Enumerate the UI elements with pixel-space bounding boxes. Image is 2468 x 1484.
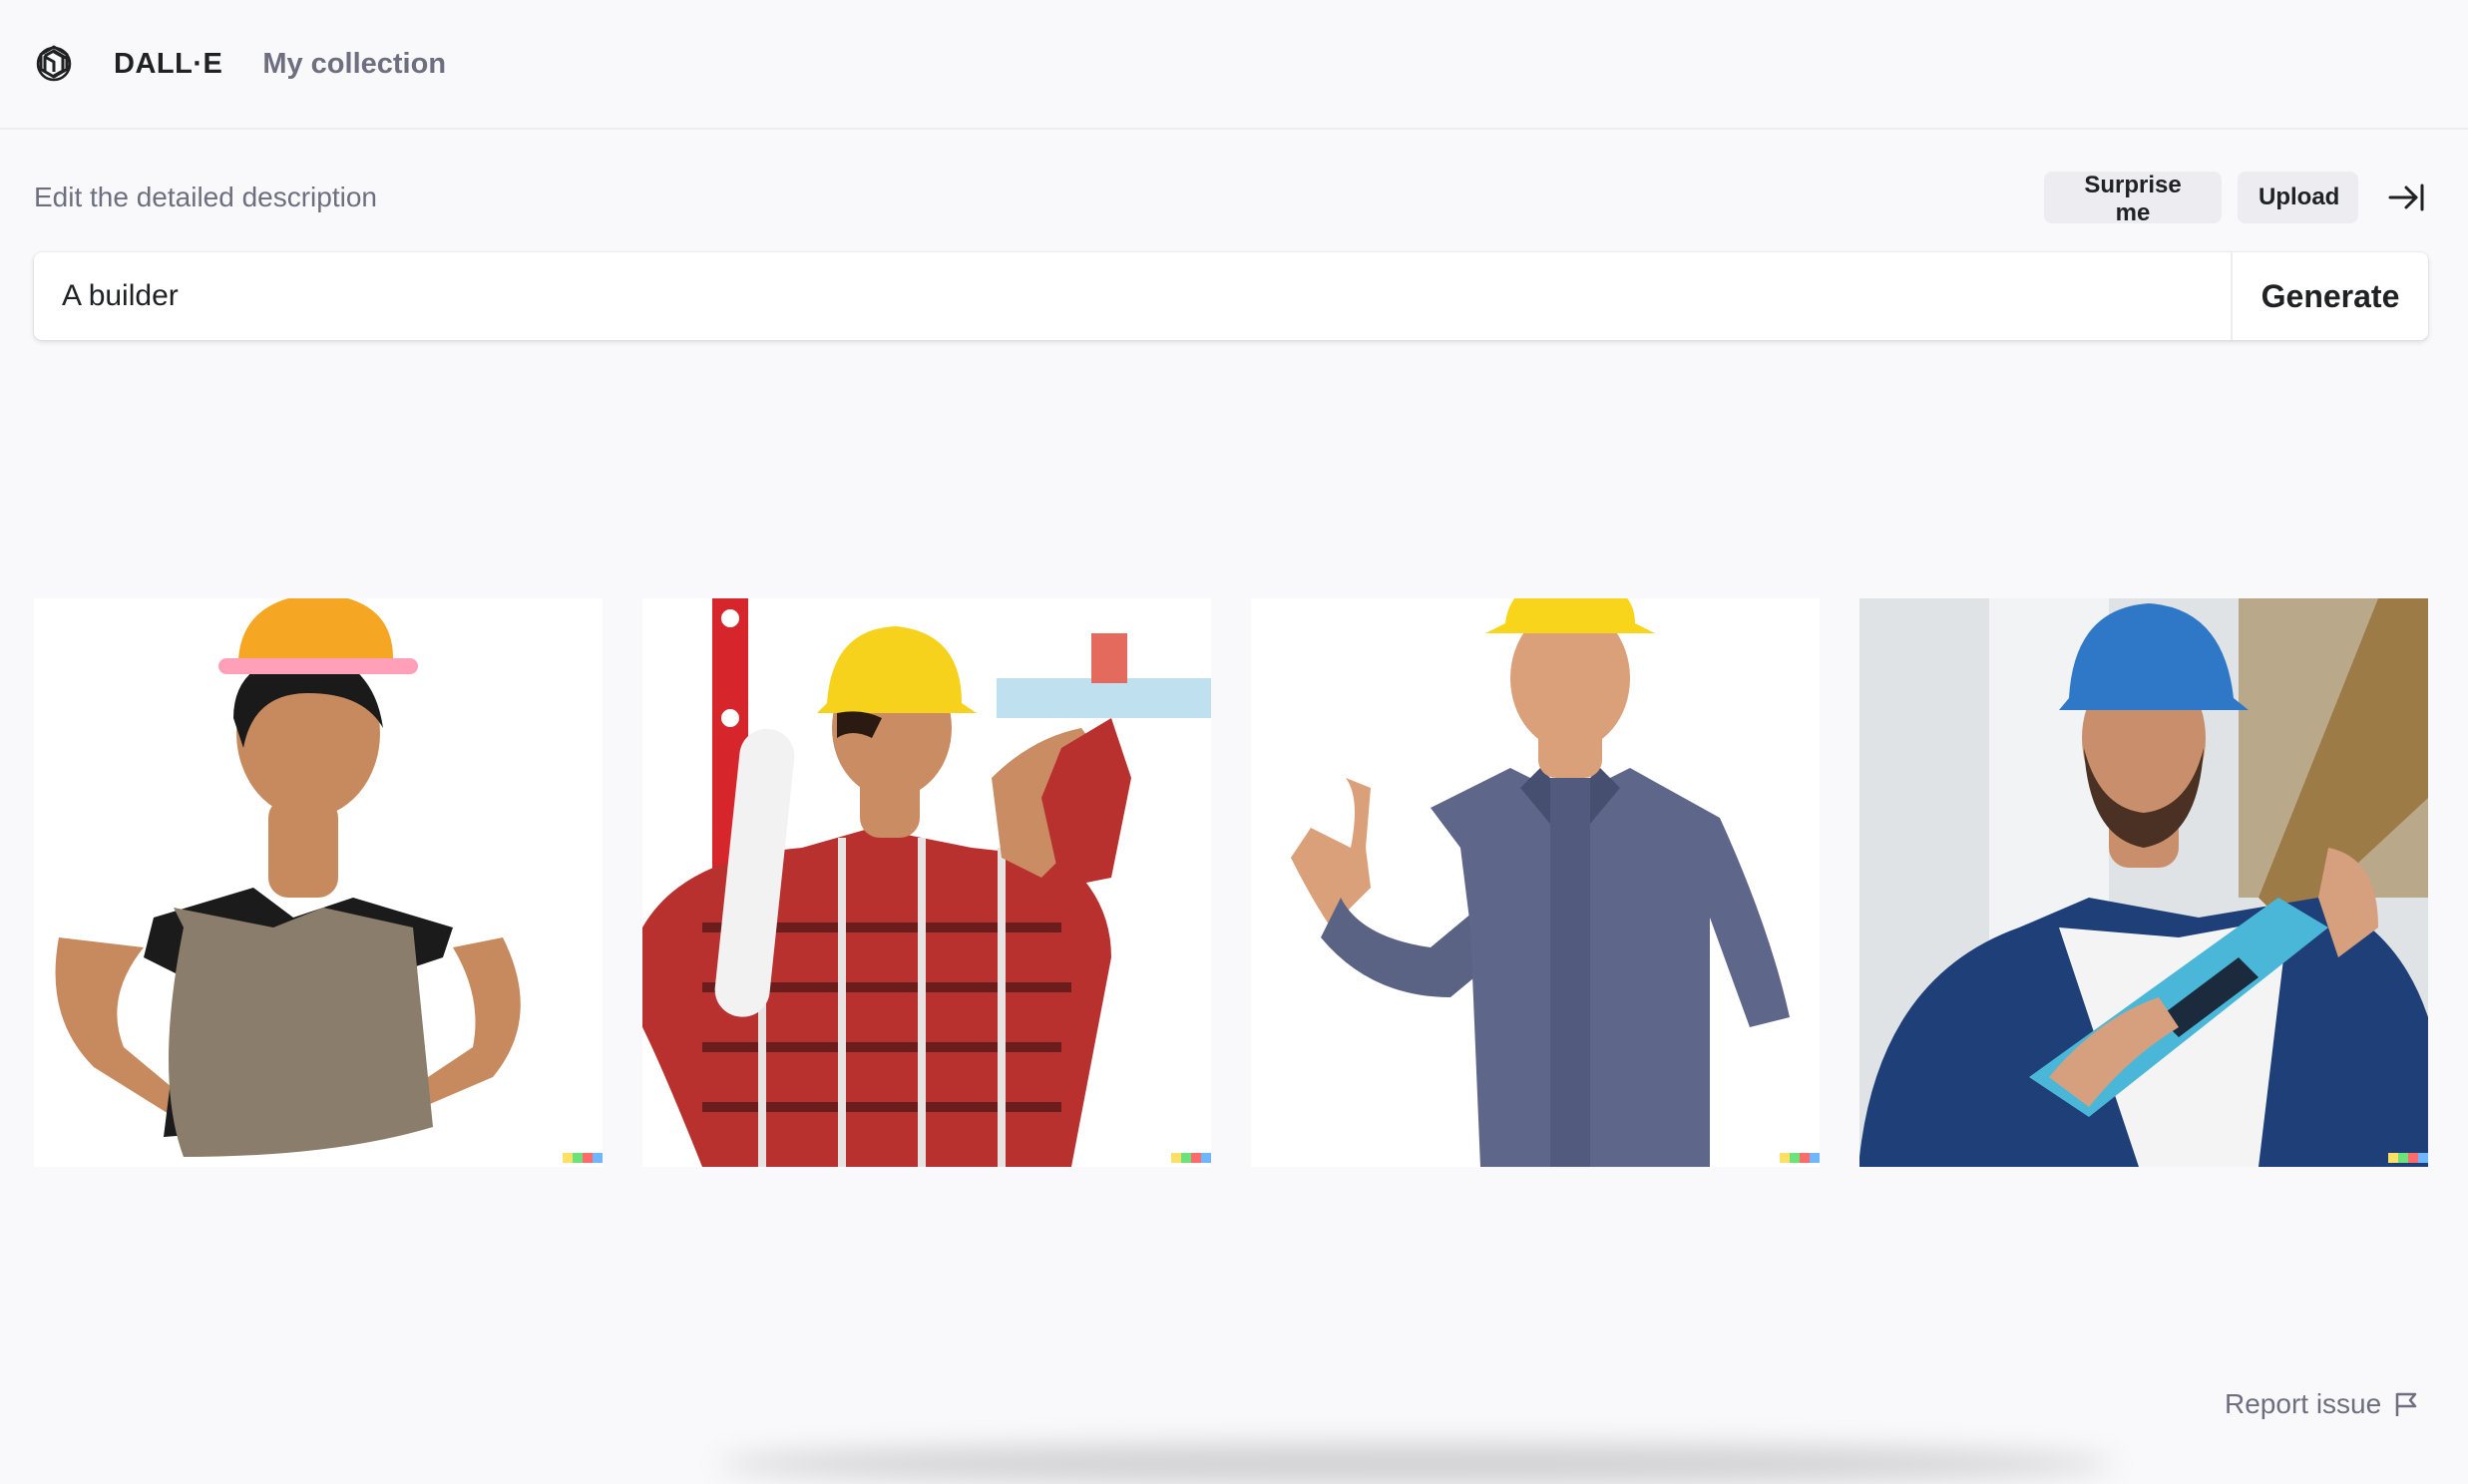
arrow-right-to-bar-icon[interactable] xyxy=(2384,176,2428,219)
prompt-hint: Edit the detailed description xyxy=(34,182,377,212)
report-issue-label: Report issue xyxy=(2225,1388,2382,1419)
upload-button[interactable]: Upload xyxy=(2238,172,2358,223)
nav-my-collection[interactable]: My collection xyxy=(262,48,446,81)
result-image-1[interactable] xyxy=(34,598,603,1167)
flag-icon xyxy=(2395,1392,2417,1416)
prompt-input[interactable] xyxy=(34,252,2231,340)
result-image-4[interactable] xyxy=(1859,598,2428,1167)
result-image-3[interactable] xyxy=(1251,598,1820,1167)
results-grid xyxy=(34,598,2428,1167)
brand-name[interactable]: DALL·E xyxy=(114,48,222,81)
openai-logo-icon[interactable] xyxy=(32,42,76,86)
generate-button[interactable]: Generate xyxy=(2231,252,2428,340)
result-image-2[interactable] xyxy=(642,598,1211,1167)
surprise-me-button[interactable]: Surprise me xyxy=(2044,172,2222,226)
prompt-bar: Generate xyxy=(34,252,2428,340)
prompt-actions: Surprise me Upload xyxy=(2044,172,2428,226)
report-issue-link[interactable]: Report issue xyxy=(2225,1384,2419,1424)
top-nav: DALL·E My collection xyxy=(0,0,2468,130)
bottom-shadow xyxy=(718,1444,2115,1484)
prompt-toolbar: Edit the detailed description Surprise m… xyxy=(34,170,2428,226)
